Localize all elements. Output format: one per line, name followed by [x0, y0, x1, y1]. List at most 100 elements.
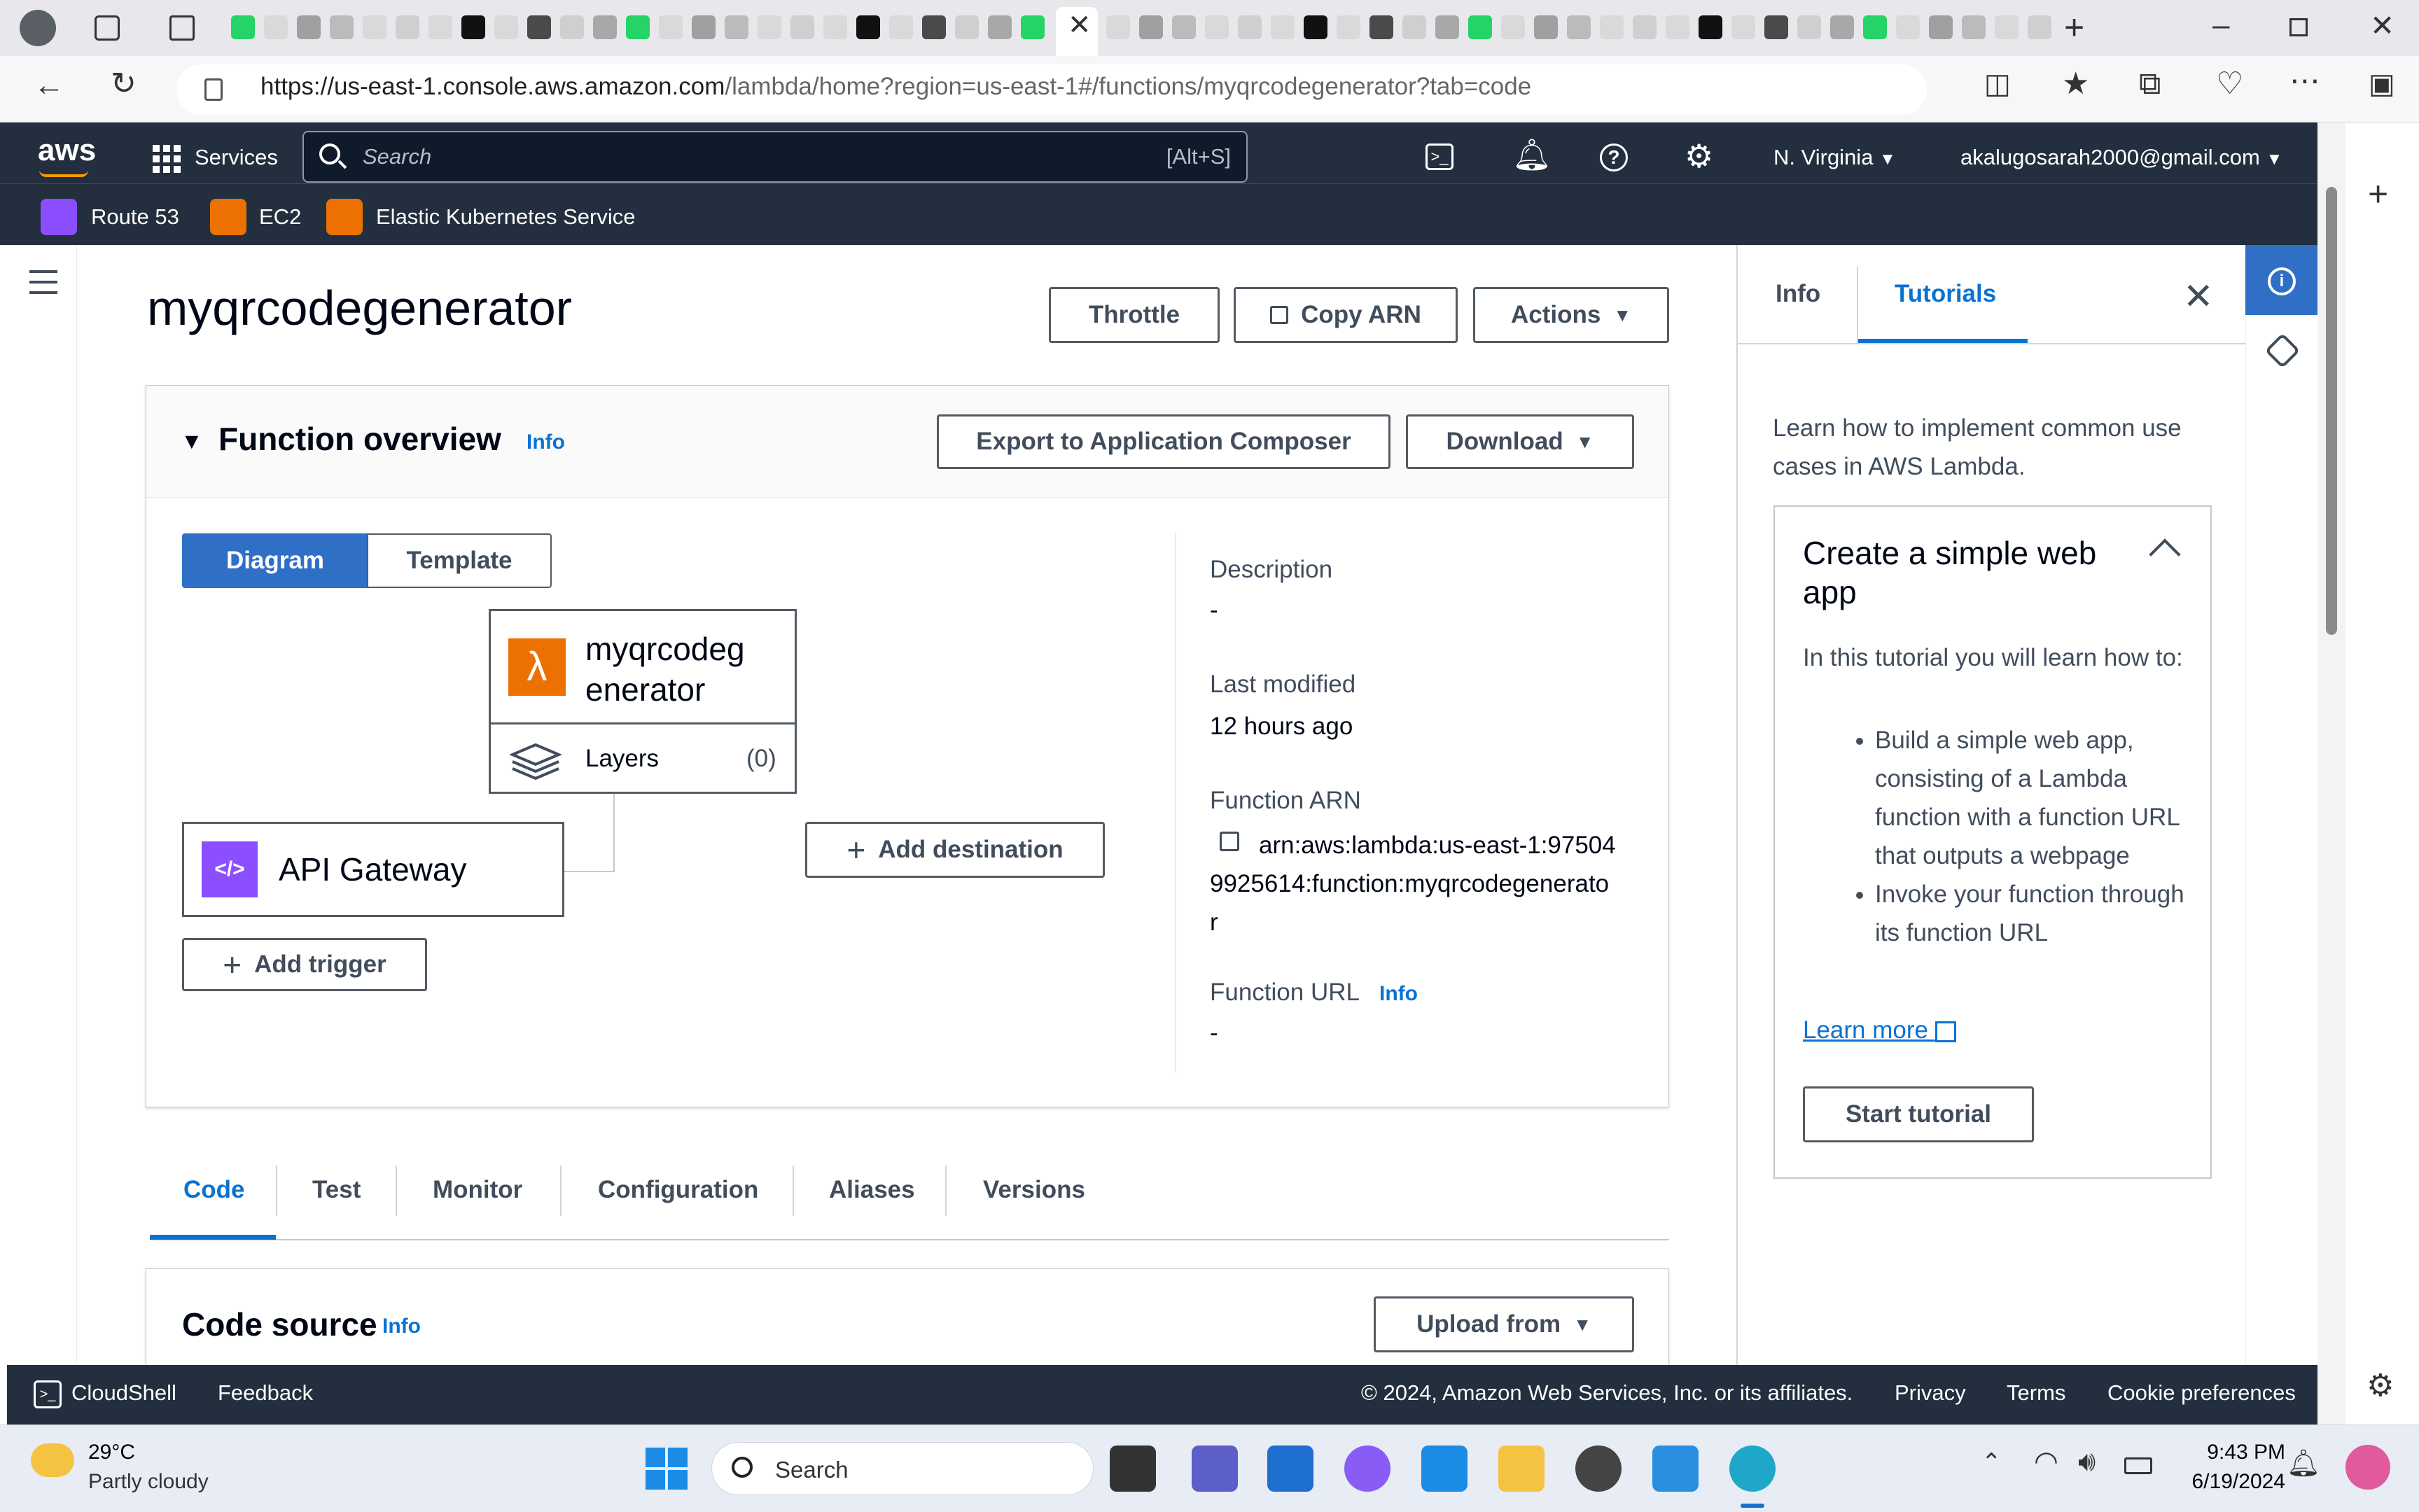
browser-essentials-icon[interactable]: ♡ — [2216, 69, 2243, 99]
volume-icon[interactable]: 🔊︎ — [2078, 1448, 2096, 1476]
pinned-tab-icon[interactable] — [593, 15, 617, 39]
pinned-tab-icon[interactable] — [1699, 15, 1722, 39]
cloudshell-icon[interactable]: >_ — [1425, 144, 1454, 170]
favorite-route53[interactable]: Route 53 — [91, 204, 179, 230]
pinned-tab-icon[interactable] — [889, 15, 913, 39]
site-info-icon[interactable] — [204, 78, 223, 101]
aws-logo[interactable]: aws — [38, 133, 96, 168]
workspaces-icon[interactable] — [95, 15, 120, 41]
pinned-tab-icon[interactable] — [1435, 15, 1459, 39]
favorite-ec2[interactable]: EC2 — [259, 204, 301, 230]
pinned-tab-icon[interactable] — [1534, 15, 1558, 39]
refresh-icon[interactable]: ↻ — [111, 69, 137, 99]
tab-versions[interactable]: Versions — [983, 1176, 1085, 1204]
pinned-tab-icon[interactable] — [626, 15, 650, 39]
vscode-icon[interactable] — [1652, 1446, 1699, 1492]
route53-icon[interactable] — [41, 199, 77, 235]
mail-icon[interactable] — [1421, 1446, 1468, 1492]
pinned-tab-icon[interactable] — [1764, 15, 1788, 39]
pinned-tab-icon[interactable] — [1633, 15, 1657, 39]
eks-icon[interactable] — [326, 199, 363, 235]
diagram-toggle[interactable]: Diagram — [182, 533, 368, 588]
copy-arn-button[interactable]: Copy ARN — [1234, 287, 1458, 343]
pinned-tab-icon[interactable] — [494, 15, 518, 39]
download-button[interactable]: Download ▼ — [1406, 414, 1634, 469]
pinned-tab-icon[interactable] — [1172, 15, 1196, 39]
pinned-tab-icon[interactable] — [1567, 15, 1591, 39]
code-source-info-link[interactable]: Info — [382, 1315, 421, 1338]
favorite-eks[interactable]: Elastic Kubernetes Service — [376, 204, 635, 230]
clock-date[interactable]: 6/19/2024 — [2170, 1470, 2285, 1494]
pinned-tab-icon[interactable] — [1666, 15, 1689, 39]
pinned-tab-icon[interactable] — [1468, 15, 1492, 39]
pinned-tab-icon[interactable] — [560, 15, 584, 39]
store-icon[interactable] — [1267, 1446, 1313, 1492]
copilot-pre-icon[interactable] — [2345, 1445, 2390, 1490]
new-tab-icon[interactable]: + — [2064, 10, 2084, 45]
pinned-tab-icon[interactable] — [1929, 15, 1953, 39]
pinned-tab-icon[interactable] — [1995, 15, 2019, 39]
pinned-tab-icon[interactable] — [988, 15, 1012, 39]
pinned-tab-icon[interactable] — [1205, 15, 1229, 39]
footer-cloudshell[interactable]: CloudShell — [71, 1380, 176, 1406]
notifications-icon[interactable]: 🔔︎ — [1512, 136, 1552, 173]
pinned-tab-icon[interactable] — [1271, 15, 1295, 39]
back-icon[interactable]: ← — [34, 70, 64, 101]
app-icon[interactable] — [1575, 1446, 1622, 1492]
aws-search-input[interactable]: Search [Alt+S] — [302, 131, 1248, 183]
pinned-tab-icon[interactable] — [1896, 15, 1920, 39]
settings-gear-icon[interactable]: ⚙ — [1685, 137, 1713, 175]
tab-configuration[interactable]: Configuration — [598, 1176, 758, 1204]
pinned-tab-icon[interactable] — [264, 15, 288, 39]
profile-avatar[interactable] — [20, 10, 56, 46]
pinned-tab-icon[interactable] — [955, 15, 979, 39]
tab-code[interactable]: Code — [183, 1176, 245, 1204]
learn-more-link[interactable]: Learn more — [1803, 1016, 1956, 1044]
info-panel-toggle[interactable]: i — [2245, 245, 2317, 315]
close-tab-icon[interactable]: ✕ — [1068, 11, 1092, 39]
pinned-tab-icon[interactable] — [330, 15, 354, 39]
weather-condition[interactable]: Partly cloudy — [88, 1470, 209, 1494]
wifi-icon[interactable]: ◠ — [2034, 1448, 2058, 1476]
account-menu[interactable]: akalugosarah2000@gmail.com ▼ — [1960, 145, 2282, 170]
tab-monitor[interactable]: Monitor — [433, 1176, 522, 1204]
function-url-info-link[interactable]: Info — [1379, 982, 1418, 1006]
region-selector[interactable]: N. Virginia ▼ — [1773, 145, 1896, 170]
services-menu[interactable]: Services — [195, 145, 278, 170]
taskbar-search[interactable]: Search — [711, 1442, 1094, 1495]
upload-from-button[interactable]: Upload from ▼ — [1374, 1296, 1634, 1352]
split-screen-icon[interactable]: ◫ — [1984, 70, 2011, 98]
pinned-tab-icon[interactable] — [461, 15, 485, 39]
pinned-tab-icon[interactable] — [363, 15, 386, 39]
pinned-tab-icon[interactable] — [527, 15, 551, 39]
pinned-tab-icon[interactable] — [2028, 15, 2051, 39]
copilot-icon[interactable] — [1344, 1446, 1390, 1492]
pinned-tab-icon[interactable] — [823, 15, 847, 39]
footer-feedback[interactable]: Feedback — [218, 1380, 313, 1406]
task-view-icon[interactable] — [1110, 1446, 1156, 1492]
favorites-icon[interactable]: ★ — [2062, 69, 2089, 99]
pinned-tab-icon[interactable] — [1600, 15, 1624, 39]
close-help-icon[interactable]: ✕ — [2183, 279, 2214, 315]
sidebar-toggle-icon[interactable]: ▣ — [2369, 70, 2395, 98]
weather-icon[interactable] — [31, 1443, 74, 1477]
services-grid-icon[interactable] — [153, 145, 181, 173]
pinned-tab-icon[interactable] — [1304, 15, 1327, 39]
url-text[interactable]: https://us-east-1.console.aws.amazon.com… — [260, 73, 1531, 101]
collections-icon[interactable]: ⧉ — [2139, 69, 2161, 99]
actions-button[interactable]: Actions ▼ — [1473, 287, 1669, 343]
help-icon[interactable]: ? — [1600, 144, 1628, 172]
weather-temperature[interactable]: 29°C — [88, 1441, 135, 1464]
tab-actions-icon[interactable] — [169, 15, 195, 41]
footer-cookie-preferences[interactable]: Cookie preferences — [2107, 1380, 2296, 1406]
hamburger-menu-icon[interactable] — [29, 270, 57, 294]
pinned-tab-icon[interactable] — [1863, 15, 1887, 39]
help-tab-info[interactable]: Info — [1776, 280, 1820, 308]
tab-aliases[interactable]: Aliases — [829, 1176, 915, 1204]
cloudshell-footer-icon[interactable]: >_ — [34, 1380, 62, 1408]
clock-time[interactable]: 9:43 PM — [2198, 1441, 2285, 1464]
pinned-tab-icon[interactable] — [1238, 15, 1262, 39]
pinned-tab-icon[interactable] — [1797, 15, 1821, 39]
restore-icon[interactable] — [2289, 18, 2308, 36]
pinned-tab-icon[interactable] — [856, 15, 880, 39]
